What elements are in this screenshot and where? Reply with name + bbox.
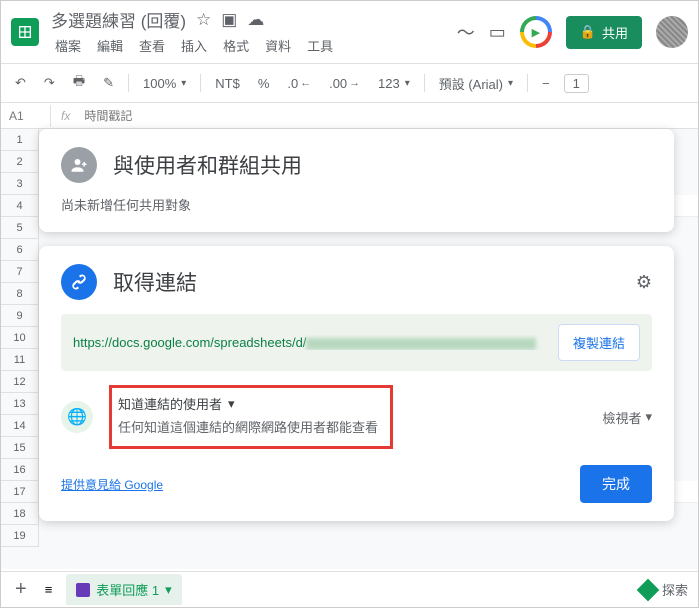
- share-title: 與使用者和群組共用: [113, 150, 302, 180]
- role-dropdown[interactable]: 檢視者 ▾: [602, 408, 652, 427]
- currency-button[interactable]: NT$: [211, 74, 244, 93]
- font-select[interactable]: 預設 (Arial): [435, 72, 517, 95]
- menu-data[interactable]: 資料: [261, 34, 295, 57]
- done-button[interactable]: 完成: [580, 465, 652, 503]
- share-subtitle: 尚未新增任何共用對象: [61, 195, 652, 214]
- font-size-decrease[interactable]: −: [538, 74, 554, 93]
- row-header[interactable]: 16: [1, 459, 39, 481]
- row-header[interactable]: 15: [1, 437, 39, 459]
- print-icon[interactable]: 🖶: [69, 70, 89, 96]
- undo-icon[interactable]: ↶: [11, 73, 30, 93]
- feedback-link[interactable]: 提供意見給 Google: [61, 476, 163, 493]
- row-header[interactable]: 3: [1, 173, 39, 195]
- globe-icon: 🌐: [61, 401, 93, 433]
- formula-input[interactable]: 時間戳記: [80, 103, 698, 128]
- toolbar: ↶ ↷ 🖶 ✎ 100% NT$ % .0← .00→ 123 預設 (Aria…: [1, 64, 698, 103]
- row-header[interactable]: 2: [1, 151, 39, 173]
- link-url[interactable]: https://docs.google.com/spreadsheets/d/: [73, 335, 548, 350]
- all-sheets-icon[interactable]: ≡: [41, 580, 57, 599]
- menu-tools[interactable]: 工具: [303, 34, 337, 57]
- row-header[interactable]: 7: [1, 261, 39, 283]
- add-sheet-button[interactable]: +: [11, 576, 31, 603]
- row-header[interactable]: 10: [1, 327, 39, 349]
- meet-icon[interactable]: ▶: [520, 16, 552, 48]
- row-header[interactable]: 11: [1, 349, 39, 371]
- number-format-button[interactable]: 123: [374, 74, 414, 93]
- row-header[interactable]: 5: [1, 217, 39, 239]
- row-header[interactable]: 8: [1, 283, 39, 305]
- person-add-icon: [61, 147, 97, 183]
- decrease-decimal-button[interactable]: .0←: [283, 74, 315, 93]
- paint-format-icon[interactable]: ✎: [99, 73, 118, 93]
- access-scope-dropdown[interactable]: 知道連結的使用者: [118, 394, 222, 413]
- gear-icon[interactable]: ⚙: [636, 272, 652, 293]
- row-header[interactable]: 12: [1, 371, 39, 393]
- increase-decimal-button[interactable]: .00→: [325, 74, 364, 93]
- menu-insert[interactable]: 插入: [177, 34, 211, 57]
- font-size[interactable]: 1: [564, 74, 589, 93]
- zoom-select[interactable]: 100%: [139, 74, 190, 93]
- access-highlight-box: 知道連結的使用者 ▾ 任何知道這個連結的網際網路使用者都能查看: [109, 385, 393, 449]
- avatar[interactable]: [656, 16, 688, 48]
- row-header[interactable]: 9: [1, 305, 39, 327]
- share-button[interactable]: 🔒 共用: [566, 16, 642, 49]
- star-icon[interactable]: ☆: [196, 10, 211, 30]
- form-icon: [76, 583, 90, 597]
- row-header[interactable]: 14: [1, 415, 39, 437]
- copy-link-button[interactable]: 複製連結: [558, 324, 640, 361]
- menu-file[interactable]: 檔案: [51, 34, 85, 57]
- sheets-logo[interactable]: [11, 18, 39, 46]
- row-header[interactable]: 6: [1, 239, 39, 261]
- access-description: 任何知道這個連結的網際網路使用者都能查看: [118, 417, 378, 436]
- link-blur: [306, 338, 536, 350]
- sheet-tab[interactable]: 表單回應 1 ▾: [66, 574, 181, 605]
- menu-bar: 檔案 編輯 查看 插入 格式 資料 工具: [51, 34, 457, 57]
- chevron-down-icon: ▾: [645, 409, 652, 425]
- explore-icon: [637, 578, 660, 601]
- row-header[interactable]: 19: [1, 525, 39, 547]
- percent-button[interactable]: %: [254, 74, 274, 93]
- get-link-card: 取得連結 ⚙ https://docs.google.com/spreadshe…: [39, 246, 674, 521]
- move-icon[interactable]: ▣: [221, 10, 237, 30]
- history-icon[interactable]: 〜: [457, 19, 475, 45]
- menu-view[interactable]: 查看: [135, 34, 169, 57]
- comment-icon[interactable]: ▭: [489, 22, 506, 43]
- menu-edit[interactable]: 編輯: [93, 34, 127, 57]
- fx-icon: fx: [51, 109, 80, 123]
- chevron-down-icon[interactable]: ▾: [228, 396, 235, 412]
- explore-button[interactable]: 探索: [662, 580, 688, 599]
- cloud-icon[interactable]: ☁: [247, 10, 264, 30]
- row-header[interactable]: 13: [1, 393, 39, 415]
- menu-format[interactable]: 格式: [219, 34, 253, 57]
- redo-icon[interactable]: ↷: [40, 73, 59, 93]
- doc-title[interactable]: 多選題練習 (回覆): [51, 7, 186, 32]
- get-link-title: 取得連結: [113, 267, 197, 297]
- chevron-down-icon[interactable]: ▾: [165, 582, 172, 598]
- row-header[interactable]: 1: [1, 129, 39, 151]
- lock-icon: 🔒: [580, 24, 596, 40]
- row-header[interactable]: 17: [1, 481, 39, 503]
- row-header[interactable]: 18: [1, 503, 39, 525]
- link-icon: [61, 264, 97, 300]
- share-people-card: 與使用者和群組共用 尚未新增任何共用對象: [39, 129, 674, 232]
- name-box[interactable]: A1: [1, 105, 51, 127]
- row-header[interactable]: 4: [1, 195, 39, 217]
